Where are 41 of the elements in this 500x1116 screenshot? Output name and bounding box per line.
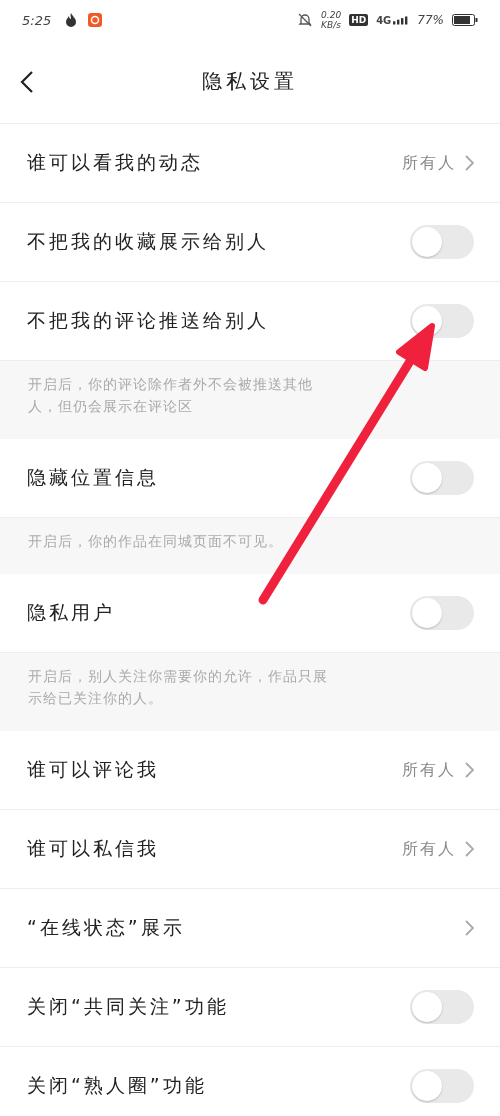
battery-percent: 77% [417,13,444,27]
setting-row[interactable]: 谁可以私信我 所有人 [0,810,500,889]
setting-note: 开启后，你的作品在同城页面不可见。 [28,532,284,551]
signal-icon [393,15,410,25]
toggle-switch[interactable] [410,1069,474,1103]
toggle-switch[interactable] [410,990,474,1024]
setting-label: 关闭“熟人圈”功能 [27,1073,208,1098]
toggle-switch[interactable] [410,304,474,338]
app-icon [87,12,104,28]
hd-badge: HD [349,14,369,26]
toggle-switch[interactable] [410,461,474,495]
setting-row[interactable]: 谁可以看我的动态 所有人 [0,124,500,203]
muted-bell-icon [297,12,314,28]
setting-label: 不把我的评论推送给别人 [27,308,270,333]
chevron-right-icon [464,761,474,779]
setting-value: 所有人 [402,152,456,174]
setting-value: 所有人 [402,838,456,860]
setting-label: 谁可以私信我 [27,836,160,861]
chevron-right-icon [464,154,474,172]
setting-label: 谁可以评论我 [27,757,160,782]
network-type: 4G [376,14,392,26]
setting-label: 隐藏位置信息 [27,465,160,490]
setting-row[interactable]: “在线状态”展示 [0,889,500,968]
status-time: 5:25 [22,12,52,28]
setting-label: 谁可以看我的动态 [27,150,204,175]
setting-note: 开启后，你的评论除作者外不会被推送其他人，但仍会展示在评论区 [28,375,314,416]
chevron-right-icon [464,919,474,937]
chevron-right-icon [464,840,474,858]
setting-label: 关闭“共同关注”功能 [27,994,230,1019]
toggle-switch[interactable] [410,225,474,259]
battery-icon [452,14,478,26]
setting-label: 不把我的收藏展示给别人 [27,229,270,254]
setting-label: 隐私用户 [27,600,116,625]
page-title: 隐私设置 [202,68,298,95]
setting-value: 所有人 [402,759,456,781]
setting-row[interactable]: 谁可以评论我 所有人 [0,731,500,810]
setting-label: “在线状态”展示 [27,915,186,940]
setting-note: 开启后，别人关注你需要你的允许，作品只展示给已关注你的人。 [28,667,328,708]
network-speed-unit: KB/s [321,20,342,30]
network-speed: 0.20 [321,10,342,20]
toggle-switch[interactable] [410,596,474,630]
